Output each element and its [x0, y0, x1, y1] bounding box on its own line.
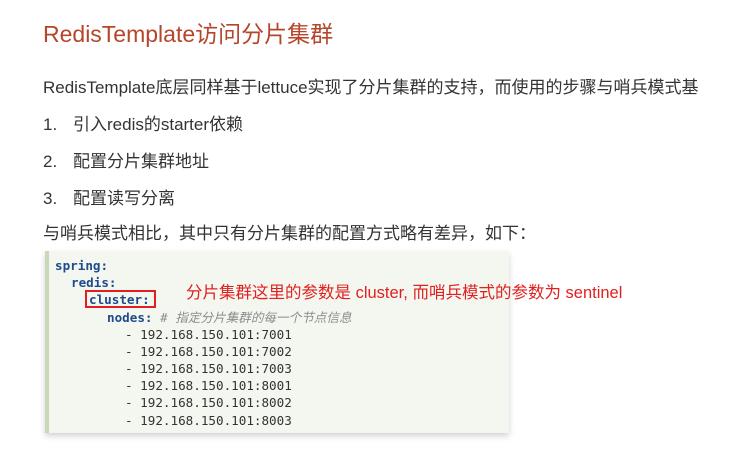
code-node-line: - 192.168.150.101:8003 — [125, 413, 292, 428]
list-item-3: 3. 配置读写分离 — [43, 184, 175, 209]
list-item-2: 2. 配置分片集群地址 — [43, 147, 209, 172]
annotation-text: 分片集群这里的参数是 cluster, 而哨兵模式的参数为 sentinel — [186, 284, 623, 302]
list-number: 3. — [43, 189, 58, 208]
comparison-text: 与哨兵模式相比，其中只有分片集群的配置方式略有差异，如下： — [43, 224, 536, 243]
list-text: 引入redis的starter依赖 — [73, 115, 244, 134]
cluster-highlight-box — [85, 290, 156, 308]
yaml-code: spring: redis: cluster: nodes: # 指定分片集群的… — [49, 251, 352, 457]
code-line-redis: redis: — [71, 274, 117, 291]
intro-paragraph: RedisTemplate底层同样基于lettuce实现了分片集群的支持，而使用… — [43, 78, 699, 97]
code-node-line: - 192.168.150.101:8001 — [125, 378, 292, 393]
page-title: RedisTemplate访问分片集群 — [43, 21, 334, 47]
code-line-spring: spring: — [55, 257, 108, 274]
code-node-line: - 192.168.150.101:8002 — [125, 395, 292, 410]
list-item-1: 1. 引入redis的starter依赖 — [43, 110, 243, 135]
code-comment: # 指定分片集群的每一个节点信息 — [160, 310, 352, 325]
code-node-line: - 192.168.150.101:7001 — [125, 327, 292, 342]
list-text: 配置分片集群地址 — [73, 152, 209, 171]
list-text: 配置读写分离 — [73, 189, 175, 208]
code-line-nodes: nodes: # 指定分片集群的每一个节点信息 — [107, 309, 352, 326]
code-key-redis: redis: — [71, 275, 117, 290]
code-node-line: - 192.168.150.101:7002 — [125, 344, 292, 359]
code-key-spring: spring: — [55, 258, 109, 273]
code-node-line: - 192.168.150.101:7003 — [125, 361, 292, 376]
list-number: 2. — [43, 152, 58, 171]
list-number: 1. — [43, 115, 58, 134]
code-key-nodes: nodes: — [107, 310, 153, 325]
